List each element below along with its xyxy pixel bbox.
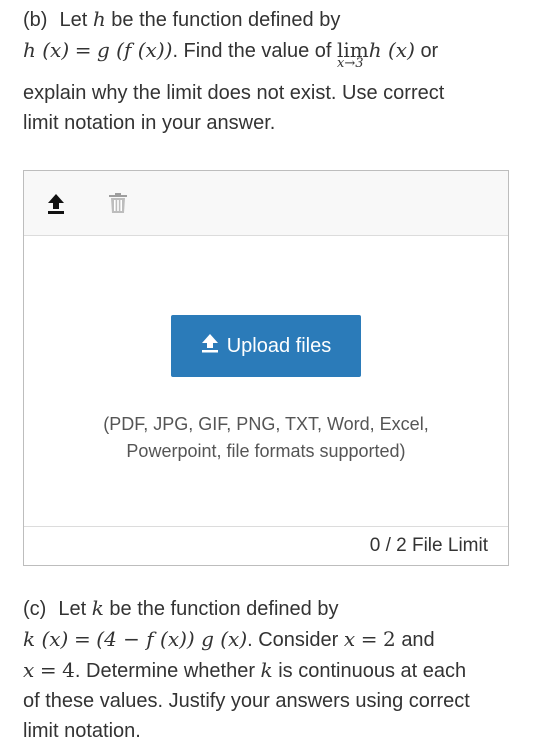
trash-icon[interactable] (106, 191, 130, 215)
part-b-line-3: explain why the limit does not exist. Us… (23, 82, 445, 104)
part-c-intro: be the function defined by (109, 598, 339, 620)
math-k: k (260, 658, 273, 682)
part-c-let: Let (58, 598, 87, 620)
math-x: x (343, 627, 356, 651)
file-upload-widget: Upload files (PDF, JPG, GIF, PNG, TXT, W… (23, 170, 509, 566)
part-b-label: (b) (23, 9, 48, 31)
part-b-let: Let (59, 9, 88, 31)
limit-expression: lim x→3 (337, 35, 369, 71)
math-four: 4 (62, 658, 75, 682)
part-c-line-3: x = 4. Determine whether k is continuous… (23, 655, 523, 686)
part-c-label: (c) (23, 598, 47, 620)
math-k: k (91, 596, 104, 620)
part-c-line-4: of these values. Justify your answers us… (23, 690, 470, 712)
upload-toolbar (24, 171, 508, 236)
formats-line-1: (PDF, JPG, GIF, PNG, TXT, Word, Excel, (103, 414, 429, 434)
math-equals: = (74, 38, 92, 62)
question-part-c: (c) Let k be the function defined by k (x… (23, 593, 523, 746)
formats-line-2: Powerpoint, file formats supported) (126, 441, 406, 461)
part-b-find-text: . Find the value of (172, 40, 332, 62)
part-b-intro: be the function defined by (111, 9, 341, 31)
question-part-b: (b) Let h be the function defined by h (x… (23, 4, 523, 138)
part-b-line-4: limit notation in your answer. (23, 112, 276, 134)
math-h: h (92, 7, 106, 31)
part-c-and: and (401, 629, 435, 651)
upload-files-button[interactable]: Upload files (171, 315, 361, 377)
part-c-determine: . Determine whether (74, 660, 255, 682)
upload-files-label: Upload files (226, 334, 332, 357)
part-c-line-5: limit notation. (23, 720, 141, 742)
math-equals: = (360, 627, 378, 651)
limit-subscript: x→3 (336, 56, 364, 71)
math-k-rhs: (4 − f (x)) g (x) (96, 627, 248, 651)
part-b-line-2: h (x) = g (f (x)). Find the value of lim… (23, 35, 523, 71)
upload-arrow-icon (201, 333, 219, 359)
part-b-or: or (420, 40, 439, 62)
part-b-line-1: (b) Let h be the function defined by (23, 4, 523, 35)
math-k-def: k (x) (23, 627, 69, 651)
math-g-of-f: g (f (x)) (97, 38, 173, 62)
upload-footer: 0 / 2 File Limit (24, 526, 508, 566)
math-x: x (23, 658, 35, 682)
math-two: 2 (383, 627, 396, 651)
math-equals: = (73, 627, 91, 651)
math-h-def: h (x) (23, 38, 70, 62)
file-limit-counter: 0 / 2 File Limit (369, 535, 488, 556)
upload-arrow-icon[interactable] (44, 191, 68, 215)
part-c-line-2: k (x) = (4 − f (x)) g (x). Consider x = … (23, 624, 523, 655)
part-c-consider: . Consider (247, 629, 339, 651)
part-c-line-1: (c) Let k be the function defined by (23, 593, 523, 624)
supported-formats-note: (PDF, JPG, GIF, PNG, TXT, Word, Excel, P… (64, 411, 468, 465)
math-h-of-x: h (x) (368, 38, 415, 62)
math-equals: = (39, 658, 57, 682)
part-c-continuous: is continuous at each (278, 660, 467, 682)
